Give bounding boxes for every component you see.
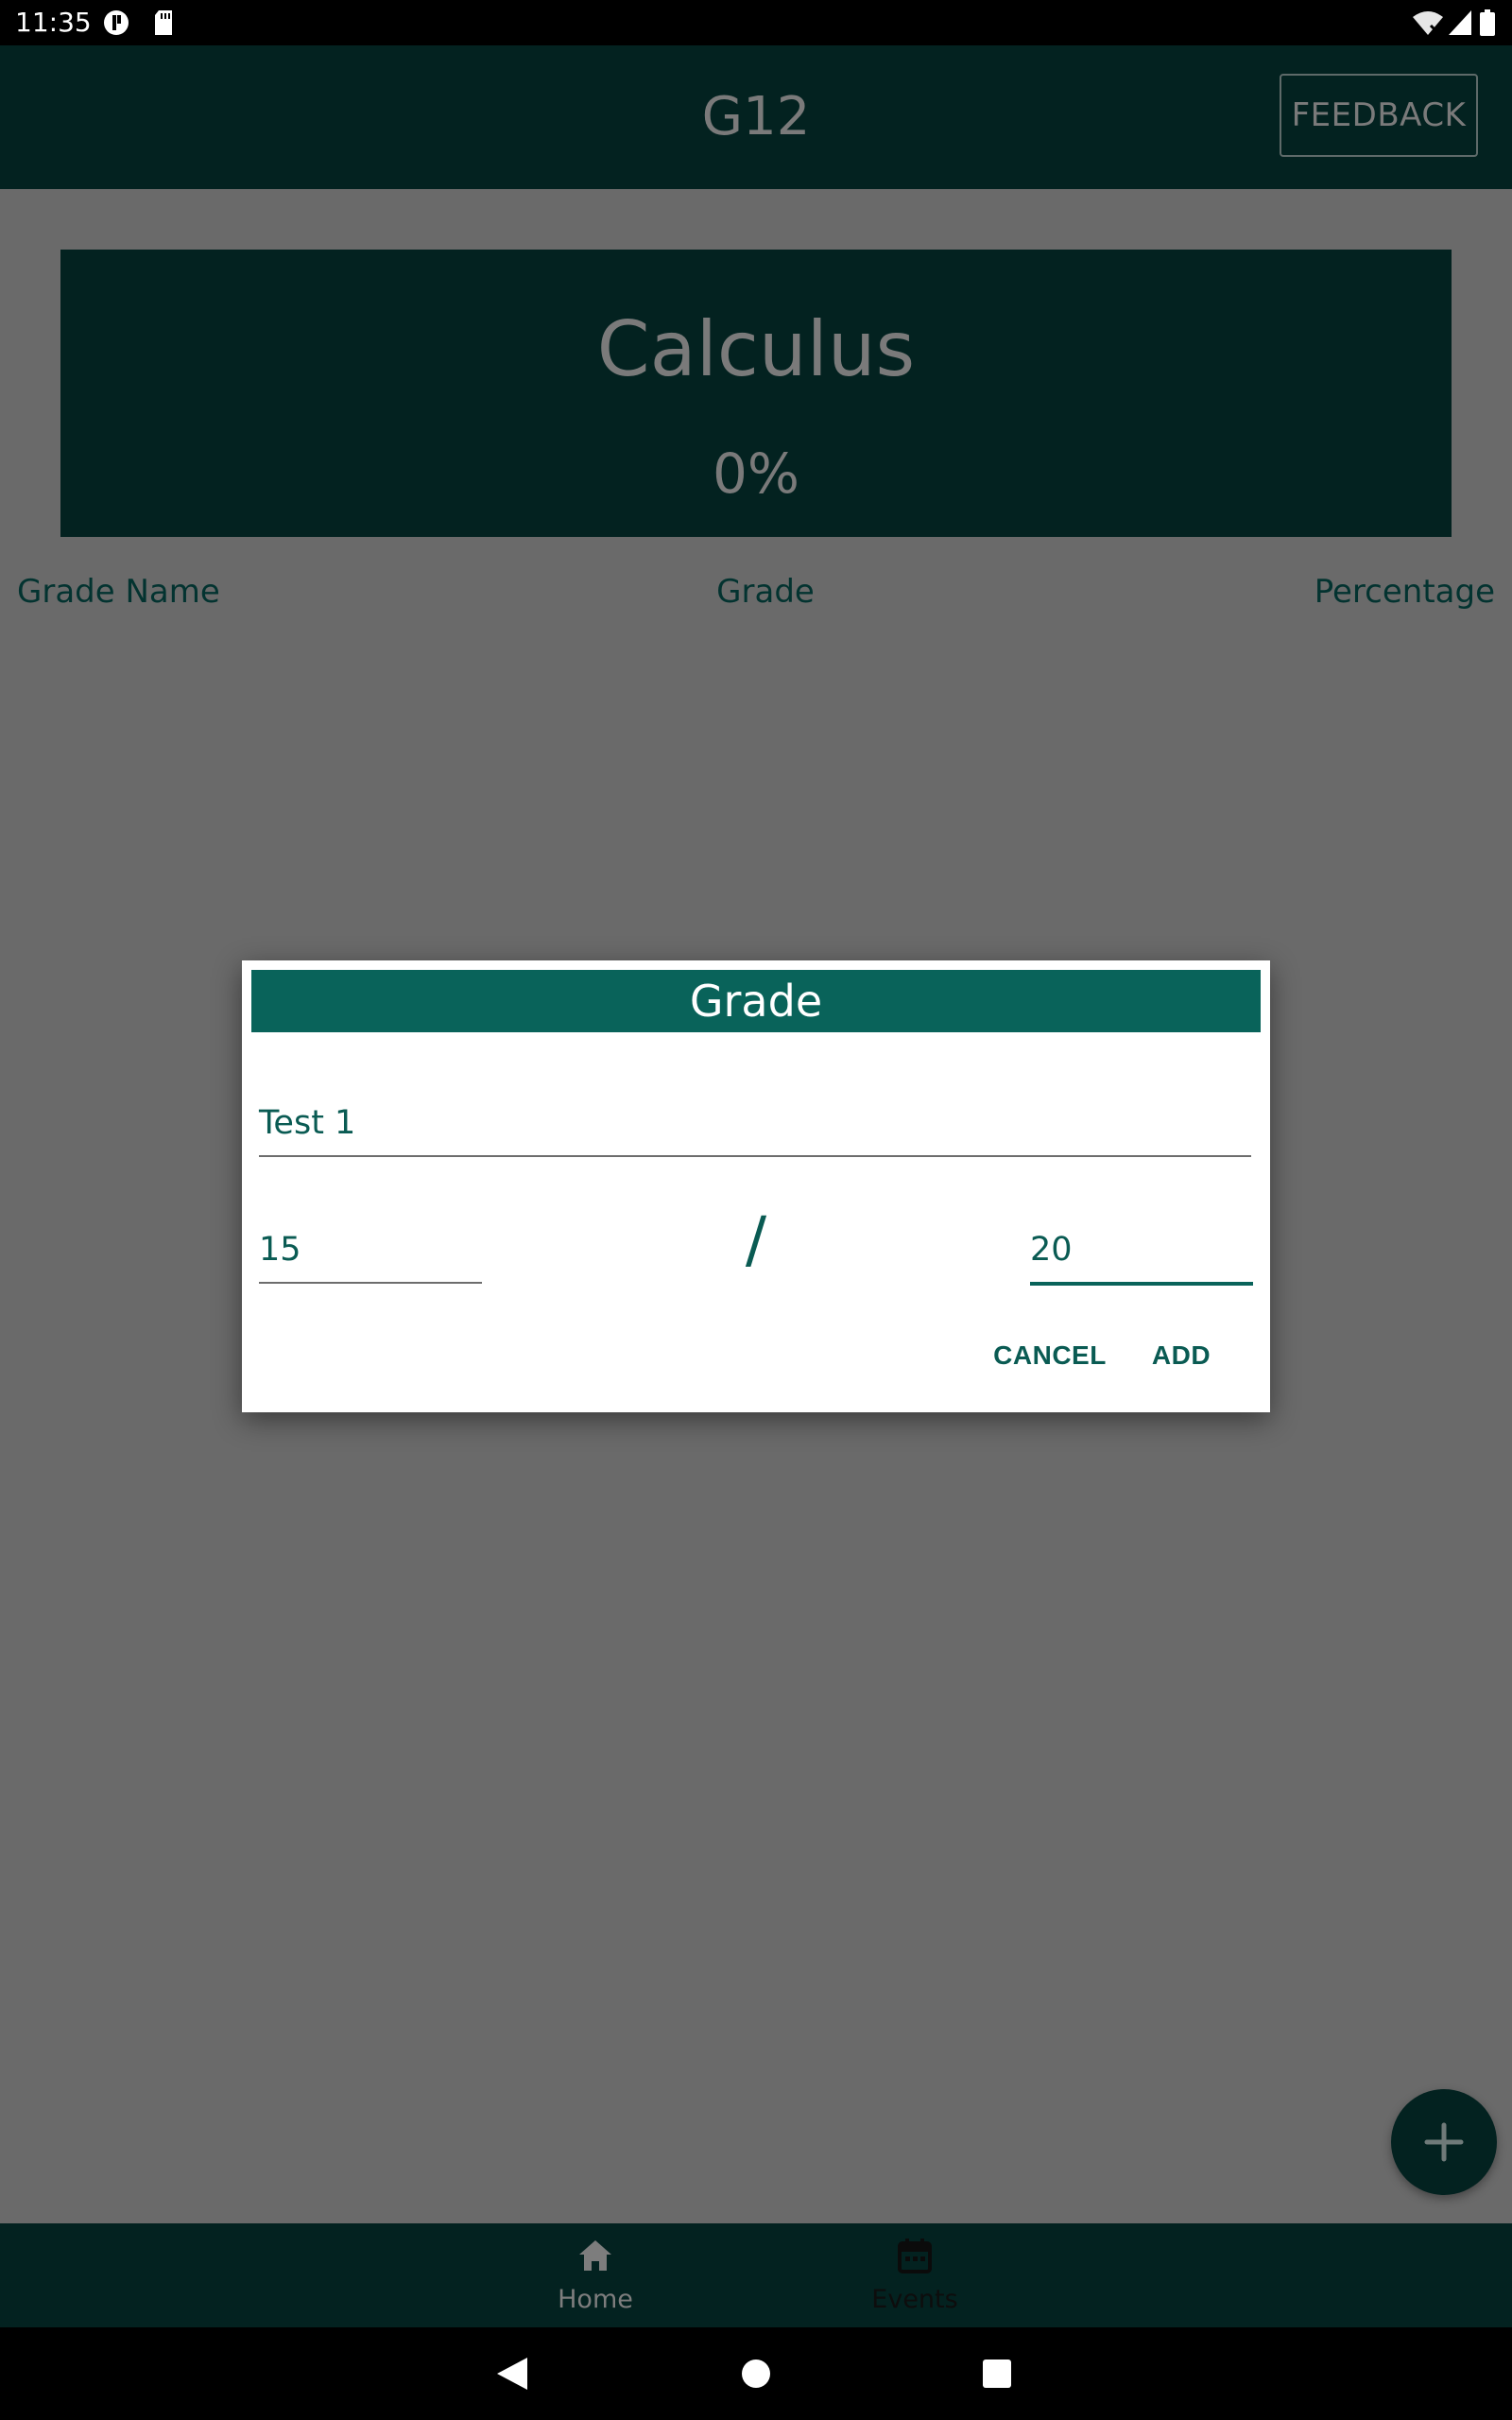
total-value: 20 (1030, 1231, 1073, 1269)
dialog-header: Grade (251, 970, 1261, 1032)
cancel-button[interactable]: CANCEL (988, 1329, 1111, 1382)
grade-name-value: Test 1 (259, 1104, 356, 1142)
course-percentage: 0% (712, 441, 799, 506)
signal-icon (1449, 10, 1471, 35)
course-name: Calculus (596, 305, 916, 393)
grade-dialog: Grade Test 1 15 / 20 CANCEL ADD (242, 960, 1270, 1412)
dialog-title: Grade (689, 976, 823, 1027)
grade-name-input[interactable]: Test 1 (259, 1089, 1251, 1157)
home-icon (579, 2240, 611, 2271)
status-time: 11:35 (15, 7, 92, 38)
bottom-navigation: Home Events (0, 2223, 1512, 2327)
battery-icon (1480, 9, 1495, 36)
column-header-grade: Grade (716, 573, 815, 611)
status-bar: 11:35 (0, 0, 1512, 45)
back-icon[interactable] (495, 2356, 529, 2392)
recents-icon[interactable] (983, 2360, 1011, 2388)
add-button[interactable]: ADD (1143, 1329, 1219, 1382)
calendar-icon (898, 2238, 932, 2273)
nav-label-events: Events (871, 2285, 958, 2314)
column-header-percentage: Percentage (1314, 573, 1495, 611)
home-button-icon[interactable] (741, 2359, 771, 2389)
app-notification-icon (104, 10, 129, 35)
total-input[interactable]: 20 (1030, 1216, 1253, 1286)
wifi-off-icon (1413, 11, 1443, 36)
nav-item-home[interactable]: Home (501, 2223, 690, 2327)
nav-item-events[interactable]: Events (820, 2223, 1009, 2327)
feedback-button[interactable]: FEEDBACK (1280, 74, 1478, 157)
plus-icon (1424, 2122, 1464, 2162)
system-navigation-bar (0, 2327, 1512, 2420)
nav-label-home: Home (558, 2285, 633, 2314)
sd-card-icon (155, 10, 172, 35)
add-grade-fab[interactable] (1391, 2089, 1497, 2195)
